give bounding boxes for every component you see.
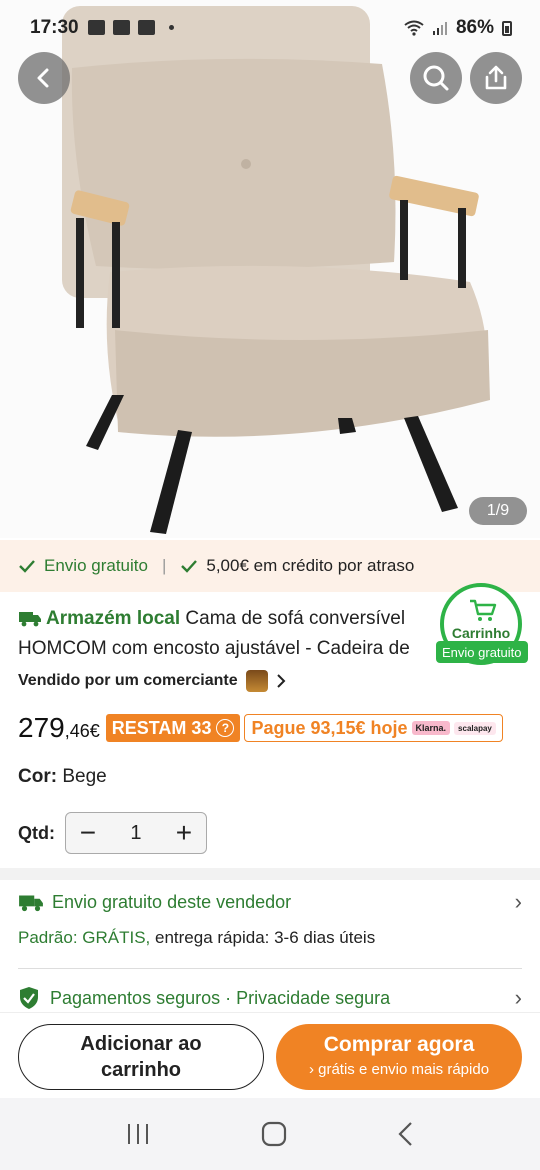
divider [18, 968, 522, 969]
promo-bar: Envio gratuito | 5,00€ em crédito por at… [0, 540, 540, 592]
share-icon [485, 65, 507, 90]
truck-icon [19, 895, 43, 912]
local-warehouse-label: Armazém local [46, 608, 181, 629]
scalapay-logo: scalapay [454, 721, 496, 735]
chevron-right-icon: › [514, 889, 522, 914]
battery-percentage: 86% [455, 17, 494, 38]
question-icon: ? [216, 719, 235, 737]
home-icon[interactable] [261, 1121, 287, 1147]
back-button[interactable] [18, 52, 70, 104]
shipping-info-row[interactable]: Envio gratuito deste vendedor › [18, 888, 522, 916]
stock-remaining-text: RESTAM 33 [111, 717, 212, 738]
chevron-left-icon [37, 68, 49, 88]
price-row: 279 ,46€ RESTAM 33 ? Pague 93,15€ hoje K… [18, 708, 503, 748]
mail-icon [113, 20, 130, 35]
price-decimal: ,46€ [64, 721, 100, 741]
chevron-right-icon: › [514, 985, 522, 1010]
truck-icon [19, 612, 41, 627]
section-divider [0, 868, 540, 880]
shipping-title: Envio gratuito deste vendedor [52, 891, 292, 912]
action-bar: Adicionar ao carrinho Comprar agora › gr… [0, 1012, 540, 1098]
quantity-stepper[interactable]: − 1 + [64, 812, 207, 854]
wifi-icon [404, 20, 424, 36]
add-to-cart-label: Adicionar ao carrinho [80, 1033, 202, 1081]
check-icon [181, 560, 198, 573]
pay-today-text: Pague 93,15€ hoje [251, 717, 408, 738]
status-right: 86% [404, 17, 512, 39]
recent-apps-icon[interactable] [125, 1122, 151, 1146]
seller-link[interactable]: Vendido por um comerciante [18, 670, 286, 692]
notification-icons [88, 20, 174, 35]
cart-icon [470, 599, 497, 621]
shipping-details: Padrão: GRÁTIS, entrega rápida: 3-6 dias… [18, 928, 375, 948]
color-value: Bege [62, 766, 107, 787]
image-counter: 1/9 [469, 497, 527, 525]
pay-later-button[interactable]: Pague 93,15€ hoje Klarna. scalapay [244, 714, 503, 742]
buy-now-button[interactable]: Comprar agora › grátis e envio mais rápi… [276, 1024, 522, 1090]
price-integer: 279 [18, 712, 65, 743]
chevron-right-icon [276, 674, 286, 688]
decrement-button[interactable]: − [76, 817, 100, 849]
quantity-row: Qtd: − 1 + [18, 812, 207, 854]
promo-separator: | [161, 556, 167, 575]
back-nav-icon[interactable] [397, 1121, 415, 1147]
quantity-label: Qtd: [18, 822, 55, 843]
secure-payments-row[interactable]: Pagamentos seguros · Privacidade segura … [18, 985, 522, 1010]
klarna-logo: Klarna. [411, 721, 451, 735]
share-button[interactable] [470, 52, 522, 104]
add-to-cart-button[interactable]: Adicionar ao carrinho [18, 1024, 264, 1090]
increment-button[interactable]: + [172, 817, 196, 849]
search-button[interactable] [410, 52, 462, 104]
free-shipping-label: Envio gratuito [44, 556, 148, 575]
merchant-icon [245, 670, 268, 692]
color-label: Cor: [18, 766, 58, 787]
stock-remaining-badge[interactable]: RESTAM 33 ? [105, 714, 241, 742]
search-icon [423, 65, 449, 91]
quantity-value[interactable]: 1 [130, 822, 141, 845]
secure-payments-text: Pagamentos seguros · Privacidade segura [50, 987, 391, 1008]
signal-icon [432, 22, 447, 35]
cart-label: Carrinho [451, 625, 511, 641]
color-selection: Cor: Bege [18, 766, 107, 788]
more-notifications-icon [169, 25, 174, 30]
product-title: Armazém local Cama de sofá conversível H… [18, 604, 498, 664]
system-nav-bar [0, 1098, 540, 1170]
status-time: 17:30 [30, 17, 79, 38]
battery-icon [502, 20, 512, 36]
delivery-time-text: entrega rápida: 3-6 dias úteis [155, 928, 376, 947]
buy-now-sublabel: › grátis e envio mais rápido [308, 1061, 490, 1078]
gallery-icon [88, 20, 105, 35]
product-image-gallery[interactable]: 17:30 86% 1/9 [0, 0, 540, 538]
cart-free-shipping-tag: Envio gratuito [436, 641, 528, 663]
standard-shipping-label: Padrão: GRÁTIS, [18, 928, 151, 947]
seller-text: Vendido por um comerciante [18, 672, 238, 689]
buy-now-label: Comprar agora [323, 1033, 475, 1056]
check-icon [19, 560, 35, 573]
shield-icon [20, 987, 38, 1009]
delay-credit-label: 5,00€ em crédito por atraso [206, 556, 415, 575]
calendar-icon [138, 20, 155, 35]
status-bar: 17:30 86% [0, 16, 540, 44]
